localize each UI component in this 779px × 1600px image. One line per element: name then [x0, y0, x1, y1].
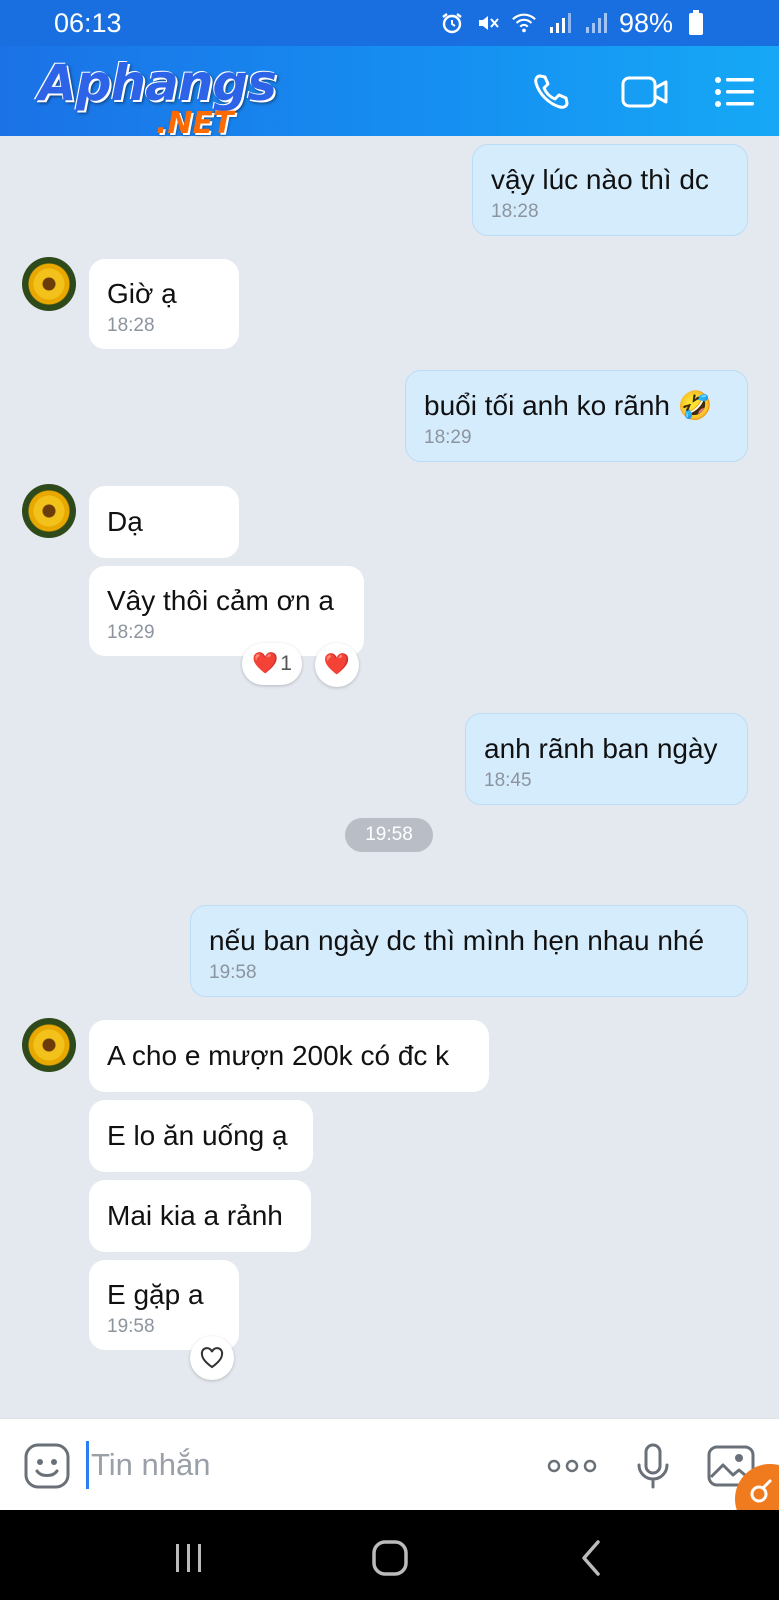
reaction-count: 1 [280, 652, 292, 675]
signal-icon [583, 11, 609, 35]
status-time: 06:13 [54, 7, 122, 38]
message-incoming[interactable]: A cho e mượn 200k có đc k [89, 1020, 489, 1092]
battery-percent: 98% [618, 7, 673, 38]
message-time: 19:58 [209, 962, 257, 983]
signal-icon [547, 11, 573, 35]
system-nav-bar [0, 1510, 779, 1600]
heart-icon: ❤️ [252, 652, 279, 675]
reaction-summary[interactable]: ❤️ 1 [242, 643, 302, 685]
link-icon [750, 1478, 773, 1503]
battery-icon [683, 10, 709, 35]
avatar[interactable] [22, 1018, 76, 1072]
message-incoming[interactable]: Mai kia a rảnh [89, 1180, 311, 1252]
message-incoming[interactable]: E lo ăn uống ạ [89, 1100, 313, 1172]
message-text: A cho e mượn 200k có đc k [107, 1040, 450, 1071]
logo-text: Aphangs [38, 54, 277, 112]
message-incoming[interactable]: Dạ [89, 486, 239, 558]
chat-messages[interactable]: vậy lúc nào thì dc 18:28 Giờ ạ 18:28 buổ… [0, 136, 779, 1418]
mute-icon [475, 11, 501, 35]
avatar[interactable] [22, 484, 76, 538]
microphone-icon[interactable] [628, 1441, 678, 1491]
message-time: 18:29 [107, 622, 155, 643]
chat-header: Aphangs .NET [0, 46, 779, 141]
menu-list-icon[interactable] [712, 70, 758, 114]
status-bar: 06:13 98% [0, 0, 779, 46]
heart-outline-icon [200, 1347, 224, 1369]
video-call-icon[interactable] [620, 70, 670, 114]
phone-icon[interactable] [530, 70, 576, 114]
message-outgoing[interactable]: anh rãnh ban ngày 18:45 [465, 713, 748, 805]
avatar[interactable] [22, 257, 76, 311]
message-text: Vây thôi cảm ơn a [107, 585, 334, 616]
message-time: 18:29 [424, 427, 472, 448]
message-text: E gặp a [107, 1279, 204, 1310]
back-icon[interactable] [572, 1538, 612, 1578]
message-text: Dạ [107, 506, 143, 537]
message-text: anh rãnh ban ngày [484, 733, 718, 764]
message-incoming[interactable]: Giờ ạ 18:28 [89, 259, 239, 349]
message-input[interactable] [86, 1441, 506, 1489]
message-text: vậy lúc nào thì dc [491, 164, 709, 195]
home-icon[interactable] [370, 1538, 410, 1578]
more-options-icon[interactable] [546, 1441, 598, 1491]
message-time: 18:28 [491, 201, 539, 222]
message-outgoing[interactable]: vậy lúc nào thì dc 18:28 [472, 144, 748, 236]
message-time: 18:45 [484, 770, 532, 791]
message-text: E lo ăn uống ạ [107, 1120, 288, 1151]
react-heart-button[interactable]: ❤️ [315, 643, 359, 687]
message-composer [0, 1418, 779, 1510]
message-incoming[interactable]: Vây thôi cảm ơn a 18:29 [89, 566, 364, 656]
message-time: 19:58 [107, 1316, 155, 1337]
emoji-sticker-icon[interactable] [22, 1441, 72, 1491]
message-time: 18:28 [107, 315, 155, 336]
message-outgoing[interactable]: buổi tối anh ko rãnh 🤣 18:29 [405, 370, 748, 462]
time-divider: 19:58 [345, 818, 433, 852]
alarm-icon [439, 11, 465, 35]
message-text: nếu ban ngày dc thì mình hẹn nhau nhé [209, 925, 705, 956]
status-icons: 98% [439, 8, 709, 39]
heart-icon: ❤️ [323, 653, 351, 676]
watermark-logo: Aphangs .NET [38, 58, 278, 148]
message-outgoing[interactable]: nếu ban ngày dc thì mình hẹn nhau nhé 19… [190, 905, 748, 997]
recent-apps-icon[interactable] [168, 1538, 208, 1578]
wifi-icon [511, 11, 537, 35]
message-text: Giờ ạ [107, 278, 177, 309]
message-text: Mai kia a rảnh [107, 1200, 283, 1231]
react-like-button[interactable] [190, 1336, 234, 1380]
message-text: buổi tối anh ko rãnh 🤣 [424, 390, 713, 421]
